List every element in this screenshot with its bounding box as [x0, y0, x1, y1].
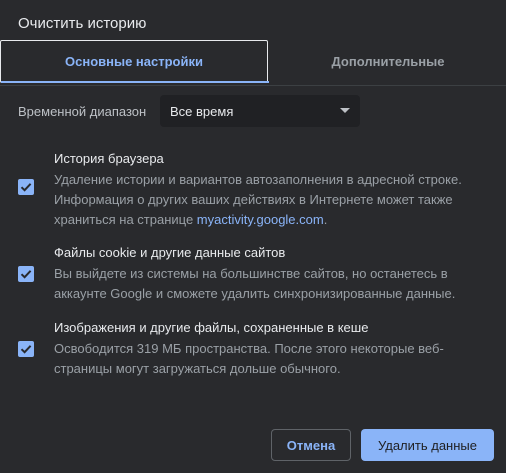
checkmark-icon [20, 270, 32, 279]
cookies-description: Вы выйдете из системы на большинстве сай… [54, 266, 456, 301]
browsing-history-desc-suffix: . [323, 212, 328, 227]
dropdown-caret-icon [340, 108, 350, 113]
tab-advanced-label: Дополнительные [331, 54, 445, 69]
cookies-checkbox[interactable] [18, 266, 34, 282]
checkmark-icon [20, 183, 32, 192]
cancel-button[interactable]: Отмена [271, 429, 351, 461]
active-tab-indicator [1, 81, 269, 83]
cache-title: Изображения и другие файлы, сохраненные … [54, 320, 369, 335]
time-range-row: Временной диапазон Все время [18, 95, 360, 127]
cookies-title: Файлы cookie и другие данные сайтов [54, 245, 286, 260]
browsing-history-description: Удаление истории и вариантов автозаполне… [54, 170, 484, 230]
myactivity-link[interactable]: myactivity.google.com [197, 212, 324, 227]
browsing-history-text: История браузера Удаление истории и вари… [54, 150, 484, 230]
tab-basic[interactable]: Основные настройки [0, 40, 269, 83]
tab-basic-label: Основные настройки [65, 54, 203, 69]
clear-data-button[interactable]: Удалить данные [361, 429, 494, 461]
clear-history-dialog: Очистить историю Основные настройки Допо… [0, 0, 506, 473]
time-range-selected-value: Все время [170, 103, 234, 119]
tab-bar: Основные настройки Дополнительные [0, 40, 506, 86]
cache-checkbox[interactable] [18, 341, 34, 357]
time-range-label: Временной диапазон [18, 103, 147, 119]
browsing-history-title: История браузера [54, 151, 164, 166]
browsing-history-checkbox[interactable] [18, 179, 34, 195]
time-range-select[interactable]: Все время [160, 95, 360, 127]
tab-advanced[interactable]: Дополнительные [270, 40, 506, 83]
checkmark-icon [20, 345, 32, 354]
cache-description: Освободится 319 МБ пространства. После э… [54, 341, 444, 376]
cache-text: Изображения и другие файлы, сохраненные … [54, 319, 484, 379]
dialog-title: Очистить историю [18, 15, 147, 32]
dialog-buttons: Отмена Удалить данные [271, 429, 494, 461]
cookies-text: Файлы cookie и другие данные сайтов Вы в… [54, 244, 484, 304]
